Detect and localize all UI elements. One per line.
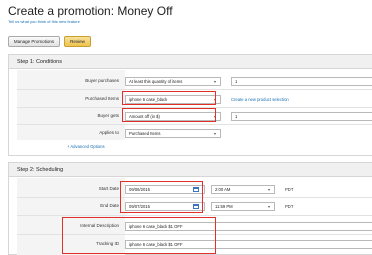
buyer-gets-amount-input[interactable]: 1	[231, 112, 372, 121]
end-timezone: PDT	[285, 204, 294, 209]
row-divider	[17, 89, 372, 90]
chevron-down-icon: ▾	[213, 131, 216, 136]
applies-to-select[interactable]: Purchased Items ▾	[125, 129, 221, 138]
end-date-label: End Date	[100, 203, 119, 208]
chevron-down-icon: ▾	[267, 187, 270, 192]
conditions-header: Step 1: Conditions	[9, 55, 372, 69]
scheduling-header: Step 2: Scheduling	[9, 163, 372, 177]
advanced-options-link[interactable]: + Advanced Options	[67, 144, 105, 149]
chevron-down-icon: ▾	[267, 204, 270, 209]
conditions-section: Step 1: Conditions Buyer purchases At le…	[8, 54, 372, 156]
highlight-schedule-dates	[120, 181, 203, 213]
manage-promotions-button[interactable]: Manage Promotions	[8, 36, 60, 47]
start-timezone: PDT	[285, 187, 294, 192]
buyer-purchases-label: Buyer purchases	[85, 78, 119, 83]
applies-to-label: Applies to	[99, 130, 119, 135]
review-button[interactable]: Review	[64, 36, 91, 47]
page-title: Create a promotion: Money Off	[8, 4, 173, 18]
row-divider	[17, 124, 372, 125]
feedback-link[interactable]: Tell us what you think of this new featu…	[8, 19, 80, 24]
highlight-description-tracking	[62, 217, 216, 254]
row-divider	[17, 215, 372, 216]
highlight-buyer-gets	[122, 108, 216, 122]
start-date-label: Start Date	[98, 186, 119, 191]
end-time-select[interactable]: 11:59 PM ▾	[211, 202, 275, 211]
chevron-down-icon: ▾	[213, 79, 216, 84]
create-product-selection-link[interactable]: Create a new product selection	[231, 97, 289, 102]
purchased-items-label: Purchased Items	[85, 96, 119, 101]
start-time-select[interactable]: 2:00 AM ▾	[211, 185, 275, 194]
buyer-gets-label: Buyer gets	[97, 113, 119, 118]
buyer-purchases-qty-input[interactable]: 1	[231, 77, 372, 86]
buyer-purchases-select[interactable]: At least this quantity of items ▾	[125, 77, 221, 86]
highlight-purchased-items	[122, 91, 216, 105]
